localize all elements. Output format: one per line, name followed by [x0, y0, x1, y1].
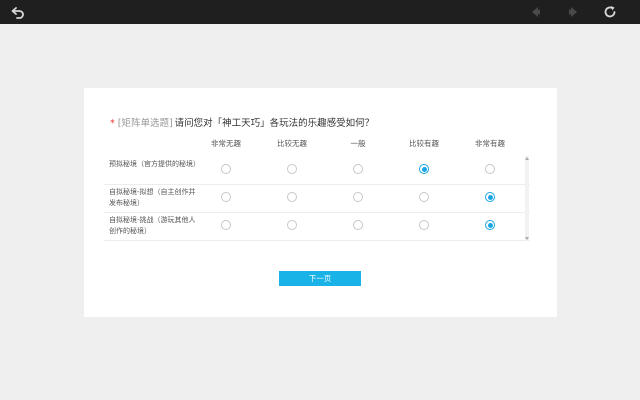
scroll-down-icon[interactable]	[525, 237, 529, 240]
matrix-row: 自拟秘境-拟想（自主创作并发布秘境）	[104, 184, 530, 213]
nav-next-button[interactable]	[563, 2, 583, 22]
question-title: * [矩阵单选题] 请问您对「神工天巧」各玩法的乐趣感受如何？	[110, 117, 374, 131]
next-page-button[interactable]: 下一页	[279, 271, 361, 286]
matrix-table: 预拟秘境（官方提供的秘境） 自拟秘境-拟想（自主创作并发布秘境） 自拟秘境-挑战…	[104, 156, 530, 241]
refresh-button[interactable]	[600, 2, 620, 22]
radio-option[interactable]	[221, 164, 231, 174]
radio-option[interactable]	[419, 192, 429, 202]
radio-option[interactable]	[287, 164, 297, 174]
row-label: 自拟秘境-拟想（自主创作并发布秘境）	[109, 188, 196, 207]
column-header: 非常无趣	[211, 139, 241, 148]
radio-option[interactable]	[353, 220, 363, 230]
row-label: 预拟秘境（官方提供的秘境）	[109, 160, 200, 168]
back-button[interactable]	[8, 2, 28, 22]
radio-option[interactable]	[221, 192, 231, 202]
matrix-scrollbar[interactable]	[525, 156, 529, 241]
column-header: 比较无趣	[277, 139, 307, 148]
column-header: 非常有趣	[475, 139, 505, 148]
radio-option[interactable]	[287, 220, 297, 230]
matrix-row: 自拟秘境-挑战（游玩其他人创作的秘境）	[104, 212, 530, 241]
radio-option[interactable]	[419, 164, 429, 174]
radio-option[interactable]	[485, 164, 495, 174]
radio-option[interactable]	[419, 220, 429, 230]
back-arrow-icon	[11, 7, 24, 19]
nav-prev-icon	[532, 7, 540, 17]
question-type: [矩阵单选题]	[117, 118, 173, 129]
column-header: 比较有趣	[409, 139, 439, 148]
question-text: 请问您对「神工天巧」各玩法的乐趣感受如何？	[174, 118, 375, 129]
row-label: 自拟秘境-挑战（游玩其他人创作的秘境）	[109, 216, 196, 235]
nav-next-icon	[569, 7, 577, 17]
radio-option[interactable]	[485, 220, 495, 230]
radio-option[interactable]	[353, 192, 363, 202]
refresh-icon	[604, 6, 616, 18]
required-mark: *	[110, 118, 115, 129]
column-header: 一般	[350, 139, 366, 148]
radio-option[interactable]	[287, 192, 297, 202]
radio-option[interactable]	[485, 192, 495, 202]
top-toolbar	[0, 0, 640, 24]
scroll-up-icon[interactable]	[525, 157, 529, 160]
matrix-row: 预拟秘境（官方提供的秘境）	[104, 156, 530, 185]
radio-option[interactable]	[353, 164, 363, 174]
survey-card: * [矩阵单选题] 请问您对「神工天巧」各玩法的乐趣感受如何？ 非常无趣 比较无趣 …	[84, 88, 557, 317]
nav-prev-button[interactable]	[526, 2, 546, 22]
radio-option[interactable]	[221, 220, 231, 230]
